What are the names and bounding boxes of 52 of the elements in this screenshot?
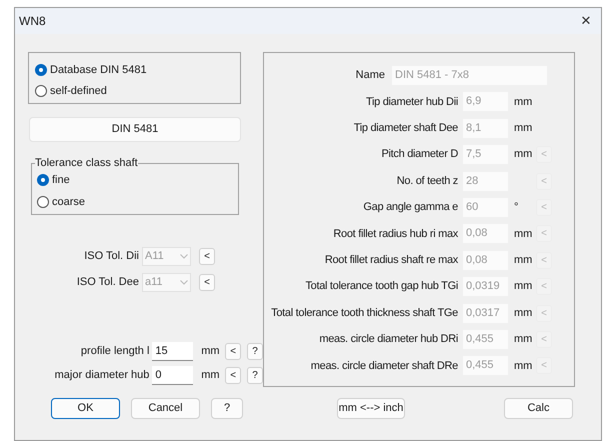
field-label: major diameter hub	[54, 368, 150, 384]
unit-label: mm	[513, 121, 534, 136]
field-label: ISO Tol. Dee	[76, 275, 140, 290]
field-label: Total tolerance tooth gap hub TGi	[304, 279, 459, 294]
field-label: No. of teeth z	[396, 174, 459, 189]
field-label: Root fillet radius shaft re max	[324, 252, 459, 268]
radio-label[interactable]: self-defined	[50, 82, 107, 99]
field-label: Total tolerance tooth thickness shaft TGe	[270, 306, 459, 321]
field-label: profile length l	[80, 344, 150, 360]
field-label: Pitch diameter D	[380, 147, 459, 162]
dialog-button[interactable]: OK	[51, 398, 120, 419]
dialog-button[interactable]: Calc	[504, 398, 573, 419]
radio-label[interactable]: fine	[52, 172, 70, 188]
input-field[interactable]: 0	[152, 366, 194, 385]
radio-label[interactable]: Database DIN 5481	[50, 62, 147, 78]
radio-button[interactable]	[35, 84, 47, 97]
help-button[interactable]: ?	[247, 367, 264, 384]
unit-label: mm	[513, 94, 534, 110]
field-label: Name	[354, 68, 386, 84]
chevron-icon	[180, 254, 188, 259]
unit-label: mm	[513, 306, 534, 321]
back-button[interactable]: <	[225, 367, 242, 384]
unit-label: mm	[513, 279, 534, 294]
radio-button[interactable]	[37, 174, 49, 186]
input-field[interactable]: 15	[152, 342, 194, 361]
unit-label: mm	[513, 332, 534, 348]
chevron-icon	[180, 280, 188, 285]
field-label: Gap angle gamma e	[362, 200, 459, 216]
unit-label: mm	[513, 226, 534, 242]
field-label: Tip diameter shaft Dee	[352, 121, 459, 136]
unit-label: °	[513, 200, 520, 216]
unit-label: mm	[513, 252, 534, 268]
dialog-button[interactable]: mm <--> inch	[337, 398, 405, 419]
unit-label: mm	[201, 368, 221, 384]
field-label: ISO Tol. Dii	[83, 249, 140, 264]
unit-label: mm	[513, 147, 534, 162]
unit-label: mm	[201, 344, 221, 360]
radio-label[interactable]: coarse	[52, 194, 86, 210]
back-button[interactable]: <	[225, 343, 242, 360]
field-label: meas. circle diameter shaft DRe	[310, 358, 459, 374]
standard-button[interactable]: DIN 5481	[29, 117, 241, 142]
window-title: WN8	[19, 13, 46, 30]
help-button[interactable]: ?	[247, 343, 264, 360]
field-label: Root fillet radius hub ri max	[332, 226, 459, 242]
radio-button[interactable]	[35, 64, 47, 76]
field-label: Tip diameter hub Dii	[364, 94, 459, 110]
field-label: meas. circle diameter hub DRi	[318, 332, 459, 348]
unit-label: mm	[513, 358, 534, 374]
close-button[interactable]: ✕	[571, 9, 601, 33]
dialog-button[interactable]: Cancel	[131, 398, 200, 419]
radio-button[interactable]	[37, 196, 49, 208]
help-button[interactable]: ?	[211, 398, 243, 419]
